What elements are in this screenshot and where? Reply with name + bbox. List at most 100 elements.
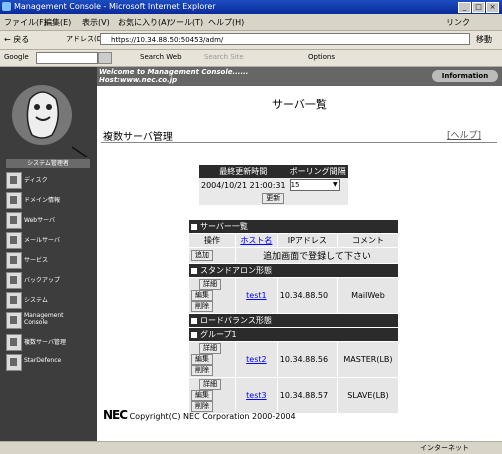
menu-tools[interactable]: ツール(T): [168, 17, 203, 28]
address-field[interactable]: https://10.34.88.50:50453/adm/: [100, 33, 470, 45]
edit-button[interactable]: 編集: [191, 354, 213, 365]
menu-favorites[interactable]: お気に入り(A): [118, 17, 170, 28]
host-link[interactable]: test2: [246, 355, 266, 364]
sidebar-item-label: メールサーバ: [24, 237, 60, 244]
information-button[interactable]: Information: [432, 70, 498, 82]
sidebar-item-label: Webサーバ: [24, 217, 56, 224]
host-cell[interactable]: test2: [235, 341, 278, 378]
add-button[interactable]: 追加: [191, 250, 213, 261]
delete-button[interactable]: 削除: [191, 301, 213, 312]
top-banner: Welcome to Management Console...... Host…: [97, 67, 502, 86]
detail-button[interactable]: 詳細: [199, 343, 221, 354]
menu-bar: ファイル(F) 編集(E) 表示(V) お気に入り(A) ツール(T) ヘルプ(…: [0, 14, 502, 31]
col-ip: IPアドレス: [276, 233, 338, 248]
nec-logo: NEC: [103, 408, 128, 422]
host-link[interactable]: test1: [246, 291, 266, 300]
col-comment: コメント: [336, 233, 400, 248]
sidebar-item-label: 複数サーバ管理: [24, 339, 66, 346]
comment-cell: MailWeb: [336, 277, 400, 314]
edit-button[interactable]: 編集: [191, 390, 213, 401]
disk-icon: [6, 172, 22, 189]
update-cell: 更新: [199, 192, 348, 205]
domain-icon: [6, 192, 22, 209]
chevron-down-icon[interactable]: [98, 52, 112, 64]
poll-interval-select[interactable]: 15: [289, 179, 340, 191]
sidebar-item-domain[interactable]: ドメイン情報: [4, 191, 96, 209]
search-site-button[interactable]: Search Site: [204, 53, 244, 61]
backup-icon: [6, 272, 22, 289]
welcome-text: Welcome to Management Console......: [99, 68, 249, 76]
row-ops: 詳細 編集削除: [188, 277, 236, 314]
service-icon: [6, 252, 22, 269]
sidebar-item-label: Management Console: [24, 312, 64, 326]
sidebar-item-multiserver[interactable]: 複数サーバ管理: [4, 333, 96, 351]
host-cell[interactable]: test1: [235, 277, 278, 314]
add-cell: 追加: [188, 247, 236, 264]
maximize-button[interactable]: □: [472, 2, 485, 13]
window-title: Management Console - Microsoft Internet …: [14, 2, 216, 11]
stardefence-icon: [6, 354, 22, 371]
help-link[interactable]: [ヘルプ]: [447, 128, 481, 141]
sidebar-item-label: サービス: [24, 257, 49, 264]
sidebar-item-web[interactable]: Webサーバ: [4, 211, 96, 229]
sidebar-item-label: システム: [24, 297, 48, 304]
options-button[interactable]: Options: [308, 53, 335, 61]
delete-button[interactable]: 削除: [191, 365, 213, 376]
multiserver-icon: [6, 334, 22, 351]
ie-icon: [2, 2, 11, 11]
console-icon: [6, 312, 22, 329]
sidebar-item-system[interactable]: システム: [4, 291, 96, 309]
sidebar-item-label: ドメイン情報: [24, 197, 61, 204]
back-button[interactable]: ← 戻る: [4, 34, 29, 45]
minimize-button[interactable]: _: [458, 2, 471, 13]
detail-button[interactable]: 詳細: [199, 279, 221, 290]
sidebar-section-title: システム管理者: [6, 159, 90, 168]
host-text: Host:www.nec.co.jp: [99, 76, 178, 84]
sidebar-item-backup[interactable]: バックアップ: [4, 271, 96, 289]
sidebar: システム管理者 ディスク ドメイン情報 Webサーバ メールサーバ サービス バ…: [0, 67, 97, 441]
main-content: サーバ一覧 複数サーバ管理 [ヘルプ] 最終更新時間 ポーリング間隔 2004/…: [97, 86, 502, 441]
row-ops: 詳細 編集削除: [188, 341, 236, 378]
col-operation: 操作: [188, 233, 236, 248]
sidebar-item-mail[interactable]: メールサーバ: [4, 231, 96, 249]
standalone-section: スタンドアロン形態: [188, 263, 399, 278]
section-header: 複数サーバ管理: [103, 132, 173, 143]
menu-view[interactable]: 表示(V): [82, 17, 110, 28]
menu-edit[interactable]: 編集(E): [44, 17, 71, 28]
poll-interval-cell: 15: [287, 178, 348, 192]
sidebar-item-stardefence[interactable]: StarDefence: [4, 353, 96, 371]
server-table: サーバー一覧 操作 ホスト名 IPアドレス コメント 追加 追加画面で登録して下…: [188, 219, 400, 414]
menu-help[interactable]: ヘルプ(H): [208, 17, 244, 28]
host-link[interactable]: test3: [246, 391, 266, 400]
update-button[interactable]: 更新: [262, 193, 285, 204]
go-button[interactable]: 移動: [476, 34, 492, 45]
col-hostname[interactable]: ホスト名: [235, 233, 278, 248]
copyright-text: Copyright(C) NEC Corporation 2000-2004: [129, 412, 296, 421]
ip-cell: 10.34.88.50: [276, 277, 338, 314]
sidebar-item-console[interactable]: Management Console: [4, 311, 96, 329]
poll-interval-header: ポーリング間隔: [287, 165, 348, 178]
google-search-input[interactable]: [36, 52, 98, 64]
sidebar-item-label: StarDefence: [24, 357, 62, 364]
title-bar: Management Console - Microsoft Internet …: [0, 0, 502, 14]
loadbalance-section: ロードバランス形態: [188, 313, 399, 328]
status-bar: インターネット: [0, 441, 502, 454]
footer: NEC Copyright(C) NEC Corporation 2000-20…: [103, 408, 296, 422]
close-button[interactable]: ×: [486, 2, 499, 13]
menu-file[interactable]: ファイル(F): [4, 17, 47, 28]
divider: [101, 142, 497, 143]
sidebar-item-service[interactable]: サービス: [4, 251, 96, 269]
sidebar-item-disk[interactable]: ディスク: [4, 171, 96, 189]
mail-server-icon: [6, 232, 22, 249]
comment-cell: MASTER(LB): [336, 341, 400, 378]
page-title: サーバ一覧: [272, 98, 327, 111]
google-logo: Google: [4, 53, 29, 61]
search-web-button[interactable]: Search Web: [140, 53, 182, 61]
zone-text: インターネット: [420, 444, 469, 452]
menu-links[interactable]: リンク: [446, 17, 470, 28]
detail-button[interactable]: 詳細: [199, 379, 221, 390]
group-section: グループ1: [188, 327, 399, 342]
server-list-title: サーバー一覧: [188, 219, 399, 234]
edit-button[interactable]: 編集: [191, 290, 213, 301]
sidebar-item-label: バックアップ: [24, 277, 61, 284]
